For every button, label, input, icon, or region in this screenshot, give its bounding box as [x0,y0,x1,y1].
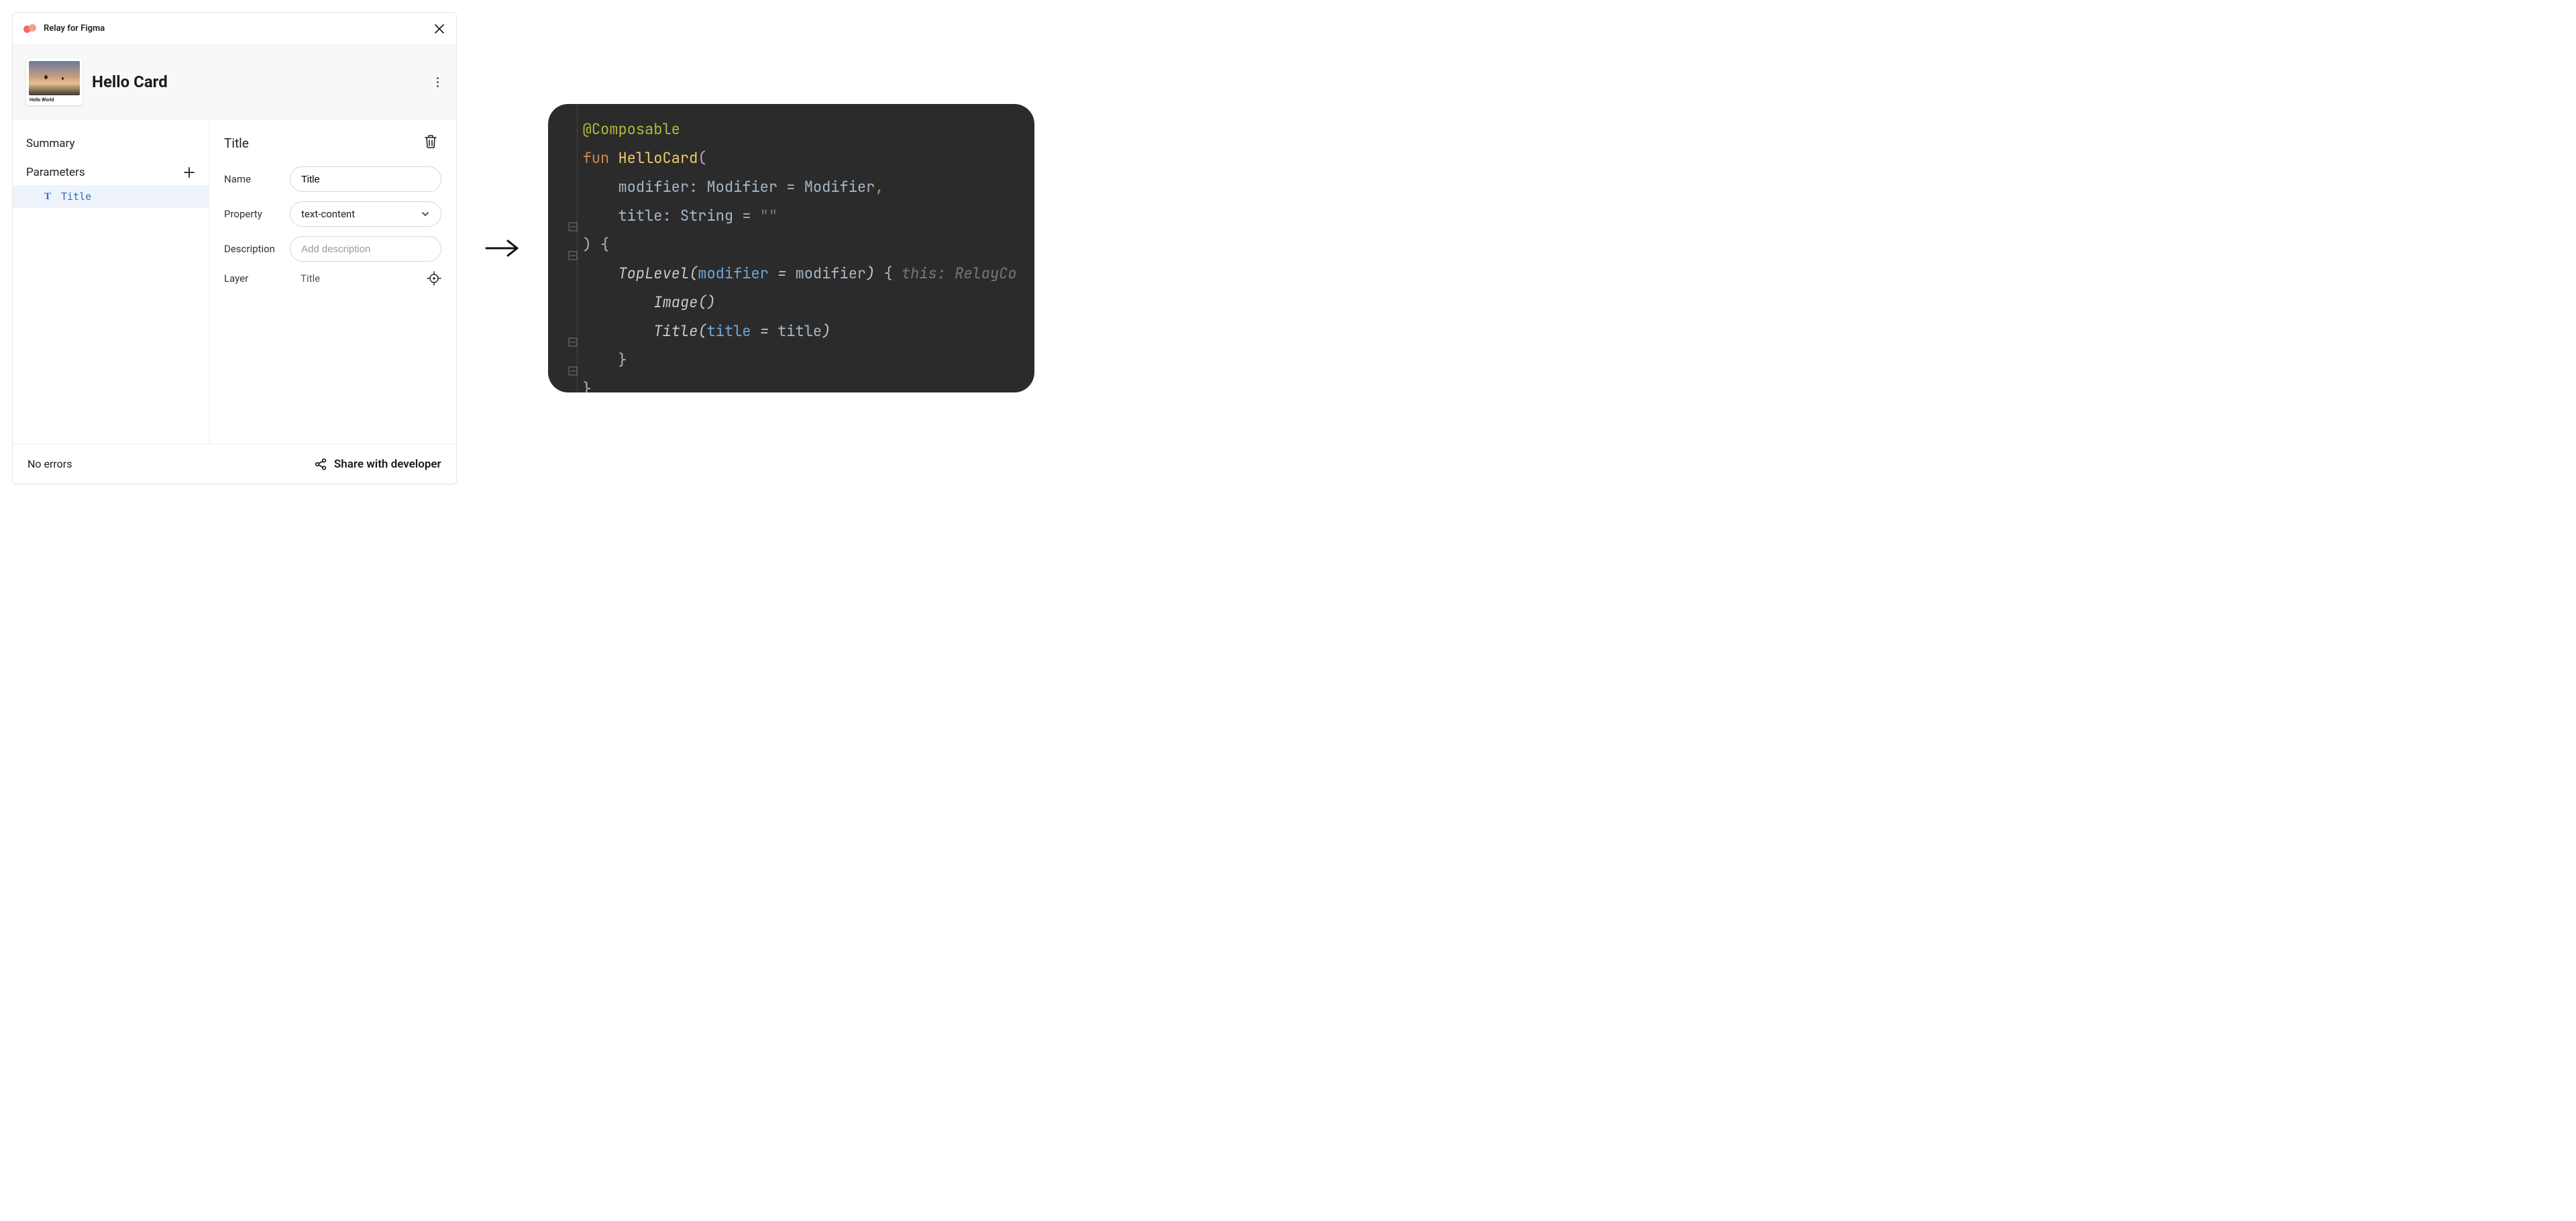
thumbnail-caption: Hello World [29,97,80,103]
detail-pane: Title Name Pro [209,119,456,443]
relay-logo-icon [23,24,38,34]
fold-marker-icon[interactable] [568,251,578,260]
parameter-item-label: Title [61,191,91,203]
fold-marker-icon[interactable] [568,222,578,231]
text-type-icon: T [42,191,53,202]
share-with-developer-button[interactable]: Share with developer [314,458,441,471]
layer-value: Title [290,272,427,284]
name-input[interactable] [290,166,441,192]
property-label: Property [224,208,290,220]
detail-title: Title [224,136,249,151]
plugin-title: Relay for Figma [44,23,105,34]
code-gutter [548,104,578,392]
name-label: Name [224,173,290,185]
parameters-heading: Parameters [26,166,85,179]
component-header: Hello World Hello Card [13,45,456,119]
fold-marker-icon[interactable] [568,337,578,347]
component-thumbnail: Hello World [26,58,83,105]
description-input[interactable] [290,236,441,262]
parameter-item-title[interactable]: T Title [13,185,209,208]
arrow-right-icon [484,238,521,258]
add-parameter-button[interactable] [180,164,198,181]
share-icon [314,458,327,471]
fold-marker-icon[interactable] [568,366,578,376]
close-icon[interactable] [433,23,445,35]
property-value: text-content [301,208,355,220]
sidebar: Summary Parameters T Title [13,119,209,443]
relay-plugin-panel: Relay for Figma Hello World Hello Card S… [12,12,457,484]
share-label: Share with developer [334,458,441,471]
code-block: @Composable fun HelloCard( modifier: Mod… [583,115,1034,392]
summary-heading[interactable]: Summary [13,134,209,160]
delete-icon[interactable] [424,134,441,152]
locate-layer-icon[interactable] [427,271,441,286]
property-select[interactable]: text-content [290,201,441,227]
code-preview: @Composable fun HelloCard( modifier: Mod… [548,104,1034,392]
titlebar: Relay for Figma [13,13,456,45]
chevron-down-icon [421,209,430,219]
status-text: No errors [28,458,72,470]
layer-label: Layer [224,272,290,284]
component-title: Hello Card [92,72,168,91]
more-menu-icon[interactable] [433,73,443,91]
description-label: Description [224,243,290,255]
footer: No errors Share with developer [13,443,456,484]
